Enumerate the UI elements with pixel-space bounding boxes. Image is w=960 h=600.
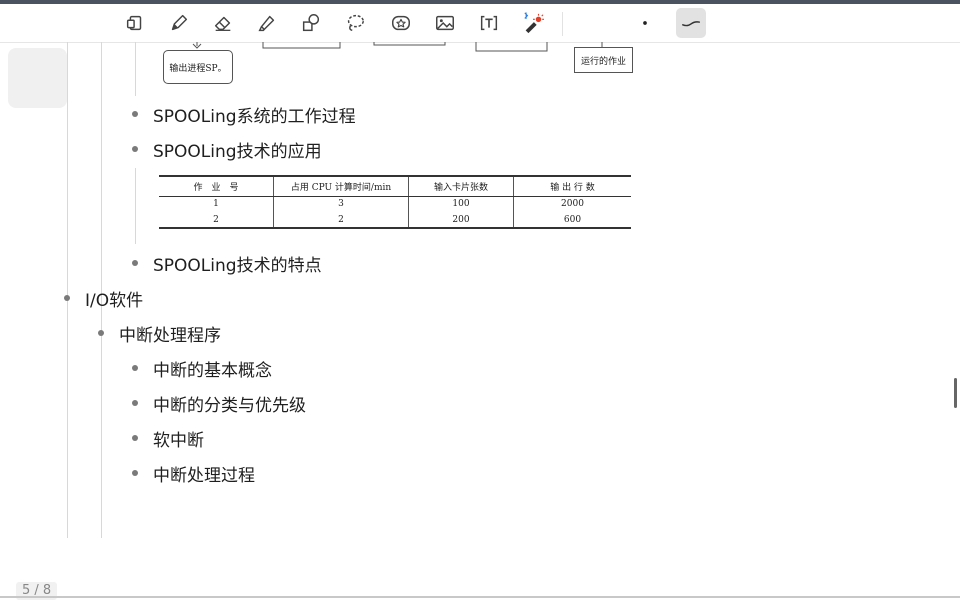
table-row: 2 2 200 600	[159, 212, 631, 229]
outline-item-label: 中断的基本概念	[153, 360, 272, 381]
diagram-output-process-label: 输出进程SP。	[169, 63, 227, 74]
tool-pen-size[interactable]	[630, 8, 660, 38]
outline-item-spooling-features[interactable]: SPOOLing技术的特点	[132, 251, 322, 276]
bullet-icon	[132, 111, 138, 117]
tool-eraser[interactable]	[208, 8, 238, 38]
tool-page[interactable]	[120, 8, 150, 38]
table-cell: 2000	[513, 196, 631, 212]
outline-item-interrupt-process[interactable]: 中断处理过程	[132, 461, 255, 486]
pen-icon	[171, 14, 188, 31]
diagram-output-process-box: 输出进程SP。	[163, 50, 233, 84]
shapes-icon	[302, 14, 320, 32]
table-header-cell: 占用 CPU 计算时间/min	[273, 175, 409, 197]
bullet-icon	[98, 330, 104, 336]
outline-item-io-software[interactable]: I/O软件	[64, 286, 144, 311]
table-cell: 100	[408, 196, 514, 212]
flow-diagram-fragment	[192, 42, 603, 52]
table-header-row: 作 业 号 占用 CPU 计算时间/min 输入卡片张数 输 出 行 数	[159, 175, 631, 197]
diagram-running-job-label: 运行的作业	[580, 56, 626, 67]
bullet-icon	[132, 365, 138, 371]
outline-item-label: SPOOLing技术的特点	[153, 255, 322, 276]
outline-item-spooling-process[interactable]: SPOOLing系统的工作过程	[132, 102, 356, 127]
bullet-icon	[132, 146, 138, 152]
tool-image[interactable]	[430, 8, 460, 38]
tool-sticker[interactable]	[386, 8, 416, 38]
outline-item-label: SPOOLing技术的应用	[153, 141, 322, 162]
bullet-icon	[132, 435, 138, 441]
table-cell: 2	[273, 212, 409, 229]
tool-text[interactable]	[474, 8, 504, 38]
table-cell: 3	[273, 196, 409, 212]
table-cell: 2	[159, 212, 274, 229]
outline-item-label: 中断的分类与优先级	[153, 395, 306, 416]
tool-laser[interactable]	[518, 8, 548, 38]
outline-item-interrupt-concept[interactable]: 中断的基本概念	[132, 356, 272, 381]
lasso-icon	[347, 14, 364, 32]
table-cell: 200	[408, 212, 514, 229]
table-row: 1 3 100 2000	[159, 196, 631, 212]
outline-item-label: 中断处理程序	[119, 325, 221, 346]
outline-item-interrupt-classification[interactable]: 中断的分类与优先级	[132, 391, 306, 416]
outline-item-label: 软中断	[153, 430, 204, 451]
page-switch-icon	[126, 15, 142, 31]
bullet-icon	[132, 470, 138, 476]
table-header-cell: 输 出 行 数	[513, 175, 631, 197]
table-header-cell: 输入卡片张数	[408, 175, 514, 197]
dot-size-icon	[643, 21, 647, 25]
outline-item-label: 中断处理过程	[153, 465, 255, 486]
diagram-running-job-box: 运行的作业	[574, 47, 633, 73]
outline-item-label: I/O软件	[85, 290, 144, 311]
table-cell: 600	[513, 212, 631, 229]
tool-shapes[interactable]	[296, 8, 326, 38]
highlighter-icon	[258, 15, 275, 32]
laser-pointer-icon	[524, 12, 544, 34]
image-icon	[436, 15, 454, 31]
tool-highlighter[interactable]	[252, 8, 282, 38]
table-header-cell: 作 业 号	[159, 175, 274, 197]
outline-guide-level-3b	[135, 168, 136, 244]
bullet-icon	[64, 295, 70, 301]
tool-pen[interactable]	[164, 8, 194, 38]
outline-item-spooling-application[interactable]: SPOOLing技术的应用	[132, 137, 322, 162]
eraser-icon	[214, 16, 231, 31]
outline-item-label: SPOOLing系统的工作过程	[153, 106, 356, 127]
annotation-toolbar	[0, 4, 960, 43]
tool-lasso[interactable]	[340, 8, 370, 38]
bottom-divider	[0, 596, 960, 598]
outline-item-interrupt-handler[interactable]: 中断处理程序	[98, 321, 221, 346]
stroke-style-icon	[682, 21, 700, 27]
toolbar-divider	[562, 12, 563, 36]
vertical-scrollbar[interactable]	[954, 378, 957, 408]
bullet-icon	[132, 400, 138, 406]
job-table: 作 业 号 占用 CPU 计算时间/min 输入卡片张数 输 出 行 数 1 3…	[159, 175, 631, 229]
bullet-icon	[132, 260, 138, 266]
table-cell: 1	[213, 199, 219, 210]
tool-stroke-style[interactable]	[676, 8, 706, 38]
sticker-icon	[392, 15, 410, 31]
text-box-icon	[480, 15, 498, 31]
outline-item-soft-interrupt[interactable]: 软中断	[132, 426, 204, 451]
